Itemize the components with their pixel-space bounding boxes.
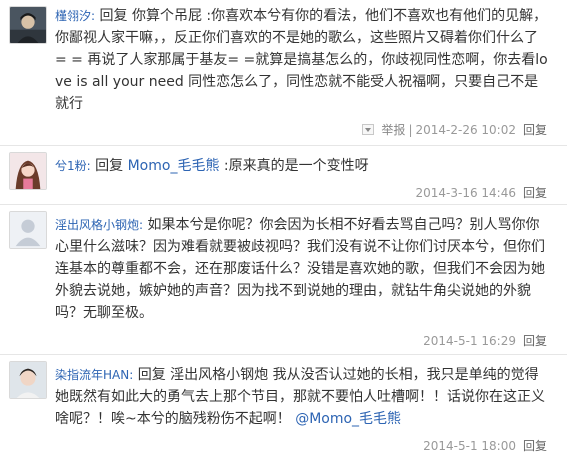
reply-link[interactable]: 回复 <box>523 184 547 201</box>
comment-timestamp: 2014-3-16 14:46 <box>415 185 516 200</box>
user-avatar-icon <box>10 362 46 398</box>
comment-text: 兮1粉: 回复 Momo_毛毛熊 :原来真的是一个变性呀 <box>55 155 549 177</box>
mention-link[interactable]: @Momo_毛毛熊 <box>295 411 401 427</box>
default-avatar-icon <box>10 212 46 248</box>
reply-link[interactable]: 回复 <box>523 437 547 454</box>
avatar[interactable] <box>9 6 47 44</box>
avatar[interactable] <box>9 152 47 190</box>
comment-body: 如果本兮是你呢？你会因为长相不好看去骂自己吗？别人骂你你心里什么滋味？因为难看就… <box>55 217 545 321</box>
comment-timestamp: 2014-2-26 10:02 <box>415 122 516 137</box>
comment-item: 染指流年HAN: 回复 淫出风格小钢炮 我从没否认过她的长相，我只是单纯的觉得她… <box>0 355 567 462</box>
comment-username[interactable]: 染指流年HAN: <box>55 368 133 382</box>
mention-link[interactable]: Momo_毛毛熊 <box>128 158 220 174</box>
comment-reply-prefix: 回复 <box>95 158 128 174</box>
comment-meta: 2014-5-1 16:29 回复 <box>423 332 547 349</box>
comment-item: 槿翎汐: 回复 你算个吊屁 :你喜欢本兮有你的看法，他们不喜欢也有他们的见解，你… <box>0 0 567 146</box>
comment-timestamp: 2014-5-1 18:00 <box>423 438 516 453</box>
avatar[interactable] <box>9 211 47 249</box>
comment-meta: 2014-3-16 14:46 回复 <box>415 184 547 201</box>
reply-link[interactable]: 回复 <box>523 121 547 138</box>
report-link[interactable]: 举报 <box>381 121 405 138</box>
comment-username[interactable]: 槿翎汐: <box>55 9 95 23</box>
comment-list: 槿翎汐: 回复 你算个吊屁 :你喜欢本兮有你的看法，他们不喜欢也有他们的见解，你… <box>0 0 567 462</box>
comment-text: 染指流年HAN: 回复 淫出风格小钢炮 我从没否认过她的长相，我只是单纯的觉得她… <box>55 364 549 430</box>
user-avatar-icon <box>10 153 46 189</box>
more-options-dropdown-icon[interactable] <box>362 124 375 135</box>
comment-username[interactable]: 淫出风格小钢炮: <box>55 218 143 232</box>
reply-link[interactable]: 回复 <box>523 332 547 349</box>
user-avatar-icon <box>10 7 46 43</box>
comment-username[interactable]: 兮1粉: <box>55 159 91 173</box>
comment-timestamp: 2014-5-1 16:29 <box>423 333 516 348</box>
avatar[interactable] <box>9 361 47 399</box>
comment-meta: 2014-5-1 18:00 回复 <box>423 437 547 454</box>
comment-body: :原来真的是一个变性呀 <box>219 158 369 174</box>
comment-item: 淫出风格小钢炮: 如果本兮是你呢？你会因为长相不好看去骂自己吗？别人骂你你心里什… <box>0 205 567 355</box>
comment-reply-prefix: 回复 你算个吊屁 : <box>99 8 212 24</box>
meta-divider: | <box>408 122 413 137</box>
comment-text: 槿翎汐: 回复 你算个吊屁 :你喜欢本兮有你的看法，他们不喜欢也有他们的见解，你… <box>55 5 549 115</box>
comment-item: 兮1粉: 回复 Momo_毛毛熊 :原来真的是一个变性呀 2014-3-16 1… <box>0 146 567 205</box>
comment-text: 淫出风格小钢炮: 如果本兮是你呢？你会因为长相不好看去骂自己吗？别人骂你你心里什… <box>55 214 549 324</box>
comment-meta: 举报 | 2014-2-26 10:02 回复 <box>362 121 547 138</box>
